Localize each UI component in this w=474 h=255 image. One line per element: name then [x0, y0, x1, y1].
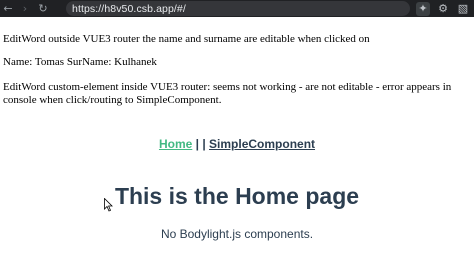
name-row: Name: Tomas SurName: Kulhanek: [3, 56, 157, 69]
extensions-button[interactable]: ▧: [456, 2, 470, 16]
browser-toolbar: ← › ↻ https://h8v50.csb.app/#/ ✦ ⚙ ▧: [0, 0, 474, 17]
page-heading: This is the Home page: [114, 183, 360, 209]
back-icon: ←: [3, 2, 13, 15]
surname-value[interactable]: Kulhanek: [114, 56, 157, 68]
forward-icon: ›: [22, 2, 28, 15]
url-text: https://h8v50.csb.app/#/: [72, 2, 186, 15]
forward-button[interactable]: ›: [16, 0, 34, 17]
reload-icon: ↻: [38, 2, 48, 15]
surname-label: SurName:: [66, 56, 112, 68]
settings-button[interactable]: ⚙: [436, 2, 450, 16]
name-label: Name:: [3, 56, 33, 68]
name-value[interactable]: Tomas: [35, 56, 64, 68]
intro-text: EditWord outside VUE3 router the name an…: [3, 33, 370, 45]
mouse-cursor-icon: [104, 198, 113, 212]
extensions-puzzle-icon: ▧: [457, 2, 469, 15]
custom-element-note: EditWord custom-element inside VUE3 rout…: [3, 81, 452, 106]
router-nav: Home | | SimpleComponent: [0, 137, 474, 151]
nav-separator: | |: [192, 137, 210, 151]
components-status: No Bodylight.js components.: [160, 227, 314, 241]
settings-icon: ⚙: [438, 2, 448, 15]
back-button[interactable]: ←: [0, 0, 16, 17]
address-bar[interactable]: https://h8v50.csb.app/#/: [66, 1, 410, 16]
simple-component-link[interactable]: SimpleComponent: [209, 137, 315, 151]
extension-icon: ✦: [418, 2, 428, 15]
toolbar-actions: ✦ ⚙ ▧: [416, 0, 470, 17]
home-link[interactable]: Home: [159, 137, 192, 151]
extension-button[interactable]: ✦: [416, 1, 430, 16]
reload-button[interactable]: ↻: [34, 0, 52, 17]
page-content: EditWord outside VUE3 router the name an…: [0, 17, 474, 255]
